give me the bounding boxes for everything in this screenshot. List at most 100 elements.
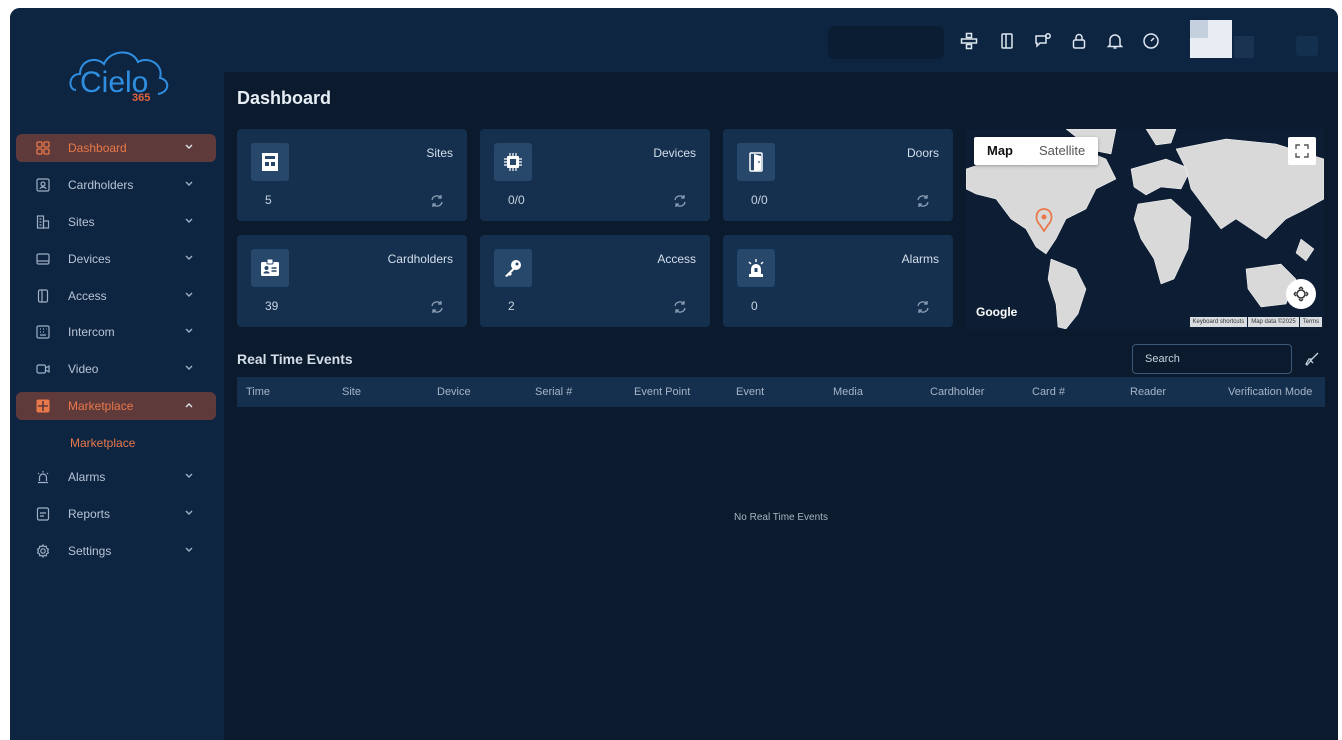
sidebar-item-intercom[interactable]: Intercom	[16, 318, 216, 346]
intercom-icon	[36, 325, 50, 340]
video-icon	[36, 362, 50, 376]
door-icon	[36, 288, 50, 303]
card-title: Access	[657, 252, 696, 266]
chevron-down-icon	[185, 510, 193, 516]
sidebar-item-label: Marketplace	[68, 399, 134, 414]
chevron-down-icon	[185, 547, 193, 552]
card-devices[interactable]: Devices 0/0	[480, 129, 710, 221]
map-tab-satellite[interactable]: Satellite	[1026, 137, 1098, 165]
sidebar-nav: Dashboard Cardholders Sites Devices Acce…	[16, 134, 216, 574]
sidebar-item-devices[interactable]: Devices	[16, 245, 216, 273]
refresh-icon[interactable]	[672, 193, 688, 209]
card-access[interactable]: Access 2	[480, 235, 710, 327]
card-value: 5	[265, 193, 272, 207]
grid-icon	[36, 141, 50, 155]
avatar[interactable]	[1190, 20, 1232, 58]
column-header[interactable]: Cardholder	[930, 386, 984, 398]
gear-icon	[36, 543, 50, 558]
sidebar-item-access[interactable]: Access	[16, 282, 216, 310]
terms-link[interactable]: Terms	[1299, 317, 1322, 327]
move-arrows-icon	[1293, 286, 1309, 302]
card-cardholders[interactable]: Cardholders 39	[237, 235, 467, 327]
siren-icon	[737, 249, 775, 287]
keyboard-shortcuts-link[interactable]: Keyboard shortcuts	[1189, 317, 1248, 327]
refresh-icon[interactable]	[429, 193, 445, 209]
main-content: Dashboard Sites 5 Devices 0/0 Doors 0/0	[224, 72, 1338, 740]
card-title: Cardholders	[387, 252, 453, 266]
events-search-input[interactable]	[1132, 344, 1292, 374]
door-icon[interactable]	[998, 32, 1016, 50]
sidebar-item-marketplace[interactable]: Marketplace	[16, 392, 216, 421]
map-attribution: Keyboard shortcuts Map data ©2025 Terms	[1189, 317, 1322, 327]
card-title: Devices	[653, 146, 696, 160]
pegman-control[interactable]	[1286, 279, 1316, 309]
column-header[interactable]: Event Point	[634, 386, 690, 398]
bell-icon[interactable]	[1106, 32, 1124, 50]
column-header[interactable]: Card #	[1032, 386, 1065, 398]
sidebar-item-alarms[interactable]: Alarms	[16, 463, 216, 491]
card-alarms[interactable]: Alarms 0	[723, 235, 953, 327]
sidebar-subitem-marketplace[interactable]: Marketplace	[16, 429, 216, 457]
sidebar-item-reports[interactable]: Reports	[16, 500, 216, 528]
id-badge-icon	[251, 249, 289, 287]
column-header[interactable]: Site	[342, 386, 361, 398]
sidebar-item-dashboard[interactable]: Dashboard	[16, 134, 216, 162]
id-card-icon	[36, 178, 50, 192]
column-header[interactable]: Time	[246, 386, 270, 398]
sidebar-item-label: Access	[68, 288, 107, 303]
map-type-tabs: Map Satellite	[974, 137, 1099, 165]
sidebar-item-label: Video	[68, 362, 99, 377]
siren-icon	[36, 470, 50, 484]
card-value: 0	[751, 299, 758, 313]
sidebar-item-label: Cardholders	[68, 177, 134, 192]
message-icon[interactable]	[1034, 32, 1052, 50]
sidebar-item-video[interactable]: Video	[16, 355, 216, 383]
sidebar-item-label: Settings	[68, 543, 112, 558]
refresh-icon[interactable]	[915, 193, 931, 209]
menu-button[interactable]	[1296, 36, 1318, 56]
sidebar-item-label: Dashboard	[68, 141, 127, 155]
network-icon[interactable]	[960, 32, 978, 50]
device-icon	[36, 252, 50, 266]
chevron-down-icon	[185, 292, 193, 297]
report-icon	[36, 507, 50, 521]
events-title: Real Time Events	[237, 351, 353, 367]
column-header[interactable]: Device	[437, 386, 471, 398]
brand-logo[interactable]: Cielo 365	[66, 42, 176, 108]
building-icon	[36, 215, 50, 229]
card-doors[interactable]: Doors 0/0	[723, 129, 953, 221]
chevron-up-icon	[185, 403, 193, 408]
column-header[interactable]: Serial #	[535, 386, 572, 398]
card-value: 39	[265, 299, 279, 313]
sidebar-item-cardholders[interactable]: Cardholders	[16, 171, 216, 199]
site-selector[interactable]	[828, 26, 944, 59]
refresh-icon[interactable]	[915, 299, 931, 315]
card-value: 0/0	[508, 193, 525, 207]
card-value: 2	[508, 299, 515, 313]
chevron-down-icon	[185, 144, 193, 149]
clear-filter-icon[interactable]	[1304, 351, 1320, 367]
app-window: Cielo 365 Dashboard Cardholders Sites De…	[10, 8, 1338, 740]
building-icon	[251, 143, 289, 181]
column-header[interactable]: Event	[736, 386, 764, 398]
fullscreen-button[interactable]	[1288, 137, 1316, 165]
sidebar-item-settings[interactable]: Settings	[16, 537, 216, 565]
sidebar-item-label: Reports	[68, 507, 111, 522]
column-header[interactable]: Reader	[1130, 386, 1166, 398]
sidebar-item-sites[interactable]: Sites	[16, 208, 216, 236]
page-title: Dashboard	[237, 88, 332, 108]
refresh-icon[interactable]	[672, 299, 688, 315]
user-name-block[interactable]	[1234, 36, 1254, 58]
refresh-icon[interactable]	[429, 299, 445, 315]
column-header[interactable]: Media	[833, 386, 863, 398]
dashboard-gauge-icon[interactable]	[1142, 32, 1160, 50]
chevron-down-icon	[185, 255, 193, 260]
site-map[interactable]: Map Satellite Google Keyboard shortcuts …	[966, 129, 1324, 329]
map-tab-map[interactable]: Map	[974, 137, 1026, 165]
marketplace-icon	[36, 399, 50, 413]
column-header[interactable]: Verification Mode	[1228, 386, 1312, 398]
google-logo: Google	[976, 305, 1018, 319]
card-sites[interactable]: Sites 5	[237, 129, 467, 221]
brand-sub: 365	[132, 92, 151, 104]
lock-icon[interactable]	[1070, 32, 1088, 50]
